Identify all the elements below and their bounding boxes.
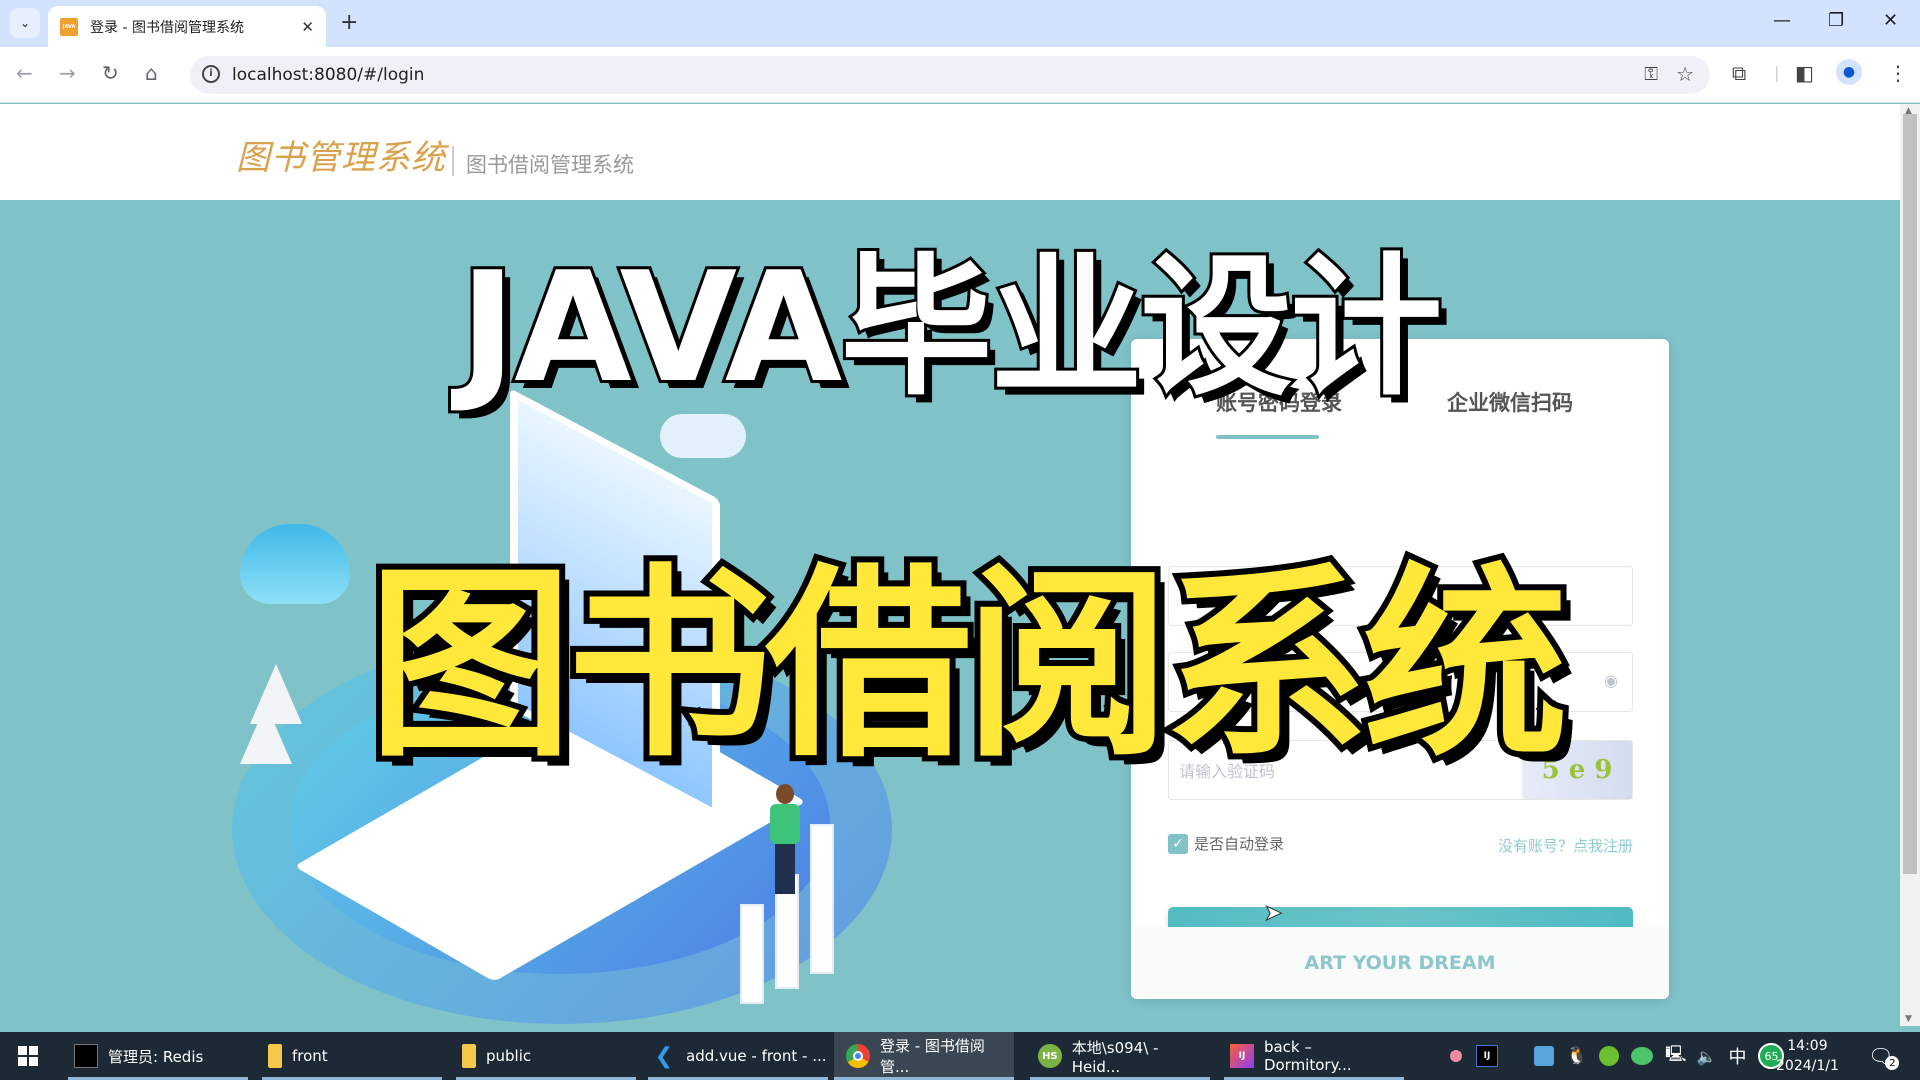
check-icon: ✓	[1172, 835, 1184, 852]
intellij-icon: IJ	[1230, 1044, 1254, 1068]
taskbar-item-vscode[interactable]: ❮ add.vue - front - ...	[648, 1032, 828, 1080]
active-tab-indicator	[1216, 435, 1319, 439]
start-icon-tile	[29, 1046, 38, 1055]
site-header: 图书管理系统 图书借阅管理系统	[0, 104, 1900, 200]
chevron-down-icon: ⌄	[19, 16, 31, 30]
bar-graphic	[740, 904, 764, 1004]
remember-me[interactable]: ✓ 是否自动登录	[1168, 833, 1284, 854]
tab-title: 登录 - 图书借阅管理系统	[90, 19, 244, 36]
tab-search-button[interactable]: ⌄	[10, 8, 40, 38]
taskbar-item-label: add.vue - front - ...	[686, 1047, 827, 1065]
notification-count: 2	[1885, 1056, 1900, 1070]
tab-close-icon[interactable]: ✕	[301, 18, 314, 36]
remember-label: 是否自动登录	[1194, 835, 1285, 853]
site-info-icon[interactable]: i	[202, 65, 220, 83]
notification-center[interactable]: 🗨 2	[1868, 1032, 1900, 1080]
chrome-icon	[846, 1044, 870, 1068]
bar-graphic	[810, 824, 834, 974]
taskbar-item-label: front	[292, 1047, 328, 1065]
browser-tab-active[interactable]: JAVA 登录 - 图书借阅管理系统 ✕	[48, 6, 326, 47]
reload-button[interactable]: ↻	[102, 61, 119, 85]
heidisql-icon: HS	[1038, 1044, 1062, 1068]
scroll-thumb[interactable]	[1903, 114, 1917, 874]
home-button[interactable]: ⌂	[145, 61, 158, 85]
site-logo: 图书管理系统	[236, 138, 446, 178]
taskbar-item-intellij[interactable]: IJ back – Dormitory...	[1224, 1032, 1404, 1080]
browser-toolbar: ← → ↻ ⌂ i localhost:8080/#/login ⚿ ☆ ⧉ |…	[0, 47, 1920, 103]
vscode-icon: ❮	[654, 1043, 674, 1069]
clock-time: 14:09	[1787, 1038, 1828, 1054]
register-link[interactable]: 没有账号？点我注册	[1498, 835, 1633, 856]
wechat-icon[interactable]	[1631, 1047, 1654, 1065]
overlay-title-main: 图书借阅系统	[362, 541, 1574, 791]
profile-avatar[interactable]: ●	[1836, 59, 1862, 85]
start-icon-tile	[18, 1057, 27, 1066]
clock[interactable]: 14:09 2024/1/1	[1776, 1036, 1839, 1076]
profile-icon: ●	[1842, 64, 1856, 80]
extensions-icon[interactable]: ⧉	[1732, 61, 1746, 85]
toolbar-divider: |	[1774, 63, 1780, 82]
taskbar-item-redis[interactable]: 管理员: Redis	[68, 1032, 248, 1080]
window-close-button[interactable]: ✕	[1883, 10, 1898, 31]
taskbar-item-front[interactable]: front	[262, 1032, 442, 1080]
terminal-icon	[74, 1044, 98, 1068]
back-button[interactable]: ←	[16, 61, 33, 85]
favicon-icon: JAVA	[60, 17, 78, 36]
record-indicator-icon[interactable]	[1450, 1050, 1462, 1062]
taskbar-item-label: 本地\s094\ - Heid...	[1071, 1038, 1159, 1076]
network-app-icon[interactable]	[1534, 1046, 1554, 1066]
new-tab-button[interactable]: +	[340, 10, 358, 35]
overlay-title-java: JAVA毕业设计	[457, 236, 1446, 419]
qq-icon[interactable]: 🐧	[1566, 1046, 1587, 1066]
taskbar-item-label: back – Dormitory...	[1263, 1038, 1352, 1074]
windows-start-button[interactable]	[18, 1046, 38, 1066]
network-icon[interactable]: 🖳	[1665, 1043, 1686, 1070]
logo-divider	[452, 146, 454, 176]
security-app-icon[interactable]	[1599, 1046, 1620, 1066]
remember-checkbox[interactable]: ✓	[1168, 833, 1188, 854]
start-icon-tile	[18, 1046, 27, 1055]
page-viewport: 图书管理系统 图书借阅管理系统 账号密码登录 企业微信扫码 admin ◉ 请输…	[0, 104, 1900, 1026]
forward-button[interactable]: →	[59, 61, 76, 85]
page-scrollbar[interactable]: ▲ ▼	[1900, 104, 1920, 1026]
site-subtitle: 图书借阅管理系统	[466, 153, 634, 177]
taskbar-item-label: public	[486, 1047, 532, 1065]
ime-indicator[interactable]: 中	[1728, 1043, 1746, 1069]
person-legs	[775, 844, 795, 894]
taskbar-item-label: 登录 - 图书借阅管...	[879, 1037, 985, 1076]
person-body	[770, 804, 800, 844]
browser-menu-icon[interactable]: ⋮	[1888, 61, 1908, 85]
url-text[interactable]: localhost:8080/#/login	[232, 65, 424, 85]
start-icon-tile	[29, 1057, 38, 1066]
os-taskbar: 管理员: Redis front public ❮ add.vue - fron…	[0, 1032, 1920, 1080]
bookmark-star-icon[interactable]: ☆	[1676, 62, 1694, 86]
restore-button[interactable]: ❐	[1828, 10, 1844, 31]
taskbar-item-heidisql[interactable]: HS 本地\s094\ - Heid...	[1030, 1032, 1210, 1080]
taskbar-item-label: 管理员: Redis	[108, 1047, 204, 1066]
footer-slogan: ART YOUR DREAM	[1304, 952, 1496, 974]
scroll-down-icon[interactable]: ▼	[1905, 1014, 1912, 1024]
side-panel-icon[interactable]: ◧	[1795, 61, 1814, 85]
volume-icon[interactable]: 🔈	[1697, 1047, 1717, 1066]
folder-icon	[462, 1044, 476, 1068]
folder-icon	[268, 1044, 282, 1068]
intellij-tray-icon[interactable]: IJ	[1476, 1045, 1498, 1067]
password-key-icon[interactable]: ⚿	[1644, 64, 1658, 85]
browser-tabstrip: ⌄ JAVA 登录 - 图书借阅管理系统 ✕ + — ❐ ✕	[0, 0, 1920, 47]
system-tray: IJ 🐧 🖳 🔈 中 65	[1450, 1032, 1785, 1080]
card-footer: ART YOUR DREAM	[1131, 927, 1669, 999]
address-bar[interactable]: i localhost:8080/#/login ⚿ ☆	[190, 56, 1710, 94]
person-figure	[770, 784, 800, 894]
taskbar-item-chrome[interactable]: 登录 - 图书借阅管...	[834, 1032, 1014, 1080]
taskbar-item-public[interactable]: public	[456, 1032, 636, 1080]
clock-date: 2024/1/1	[1776, 1058, 1839, 1074]
minimize-button[interactable]: —	[1773, 10, 1791, 31]
